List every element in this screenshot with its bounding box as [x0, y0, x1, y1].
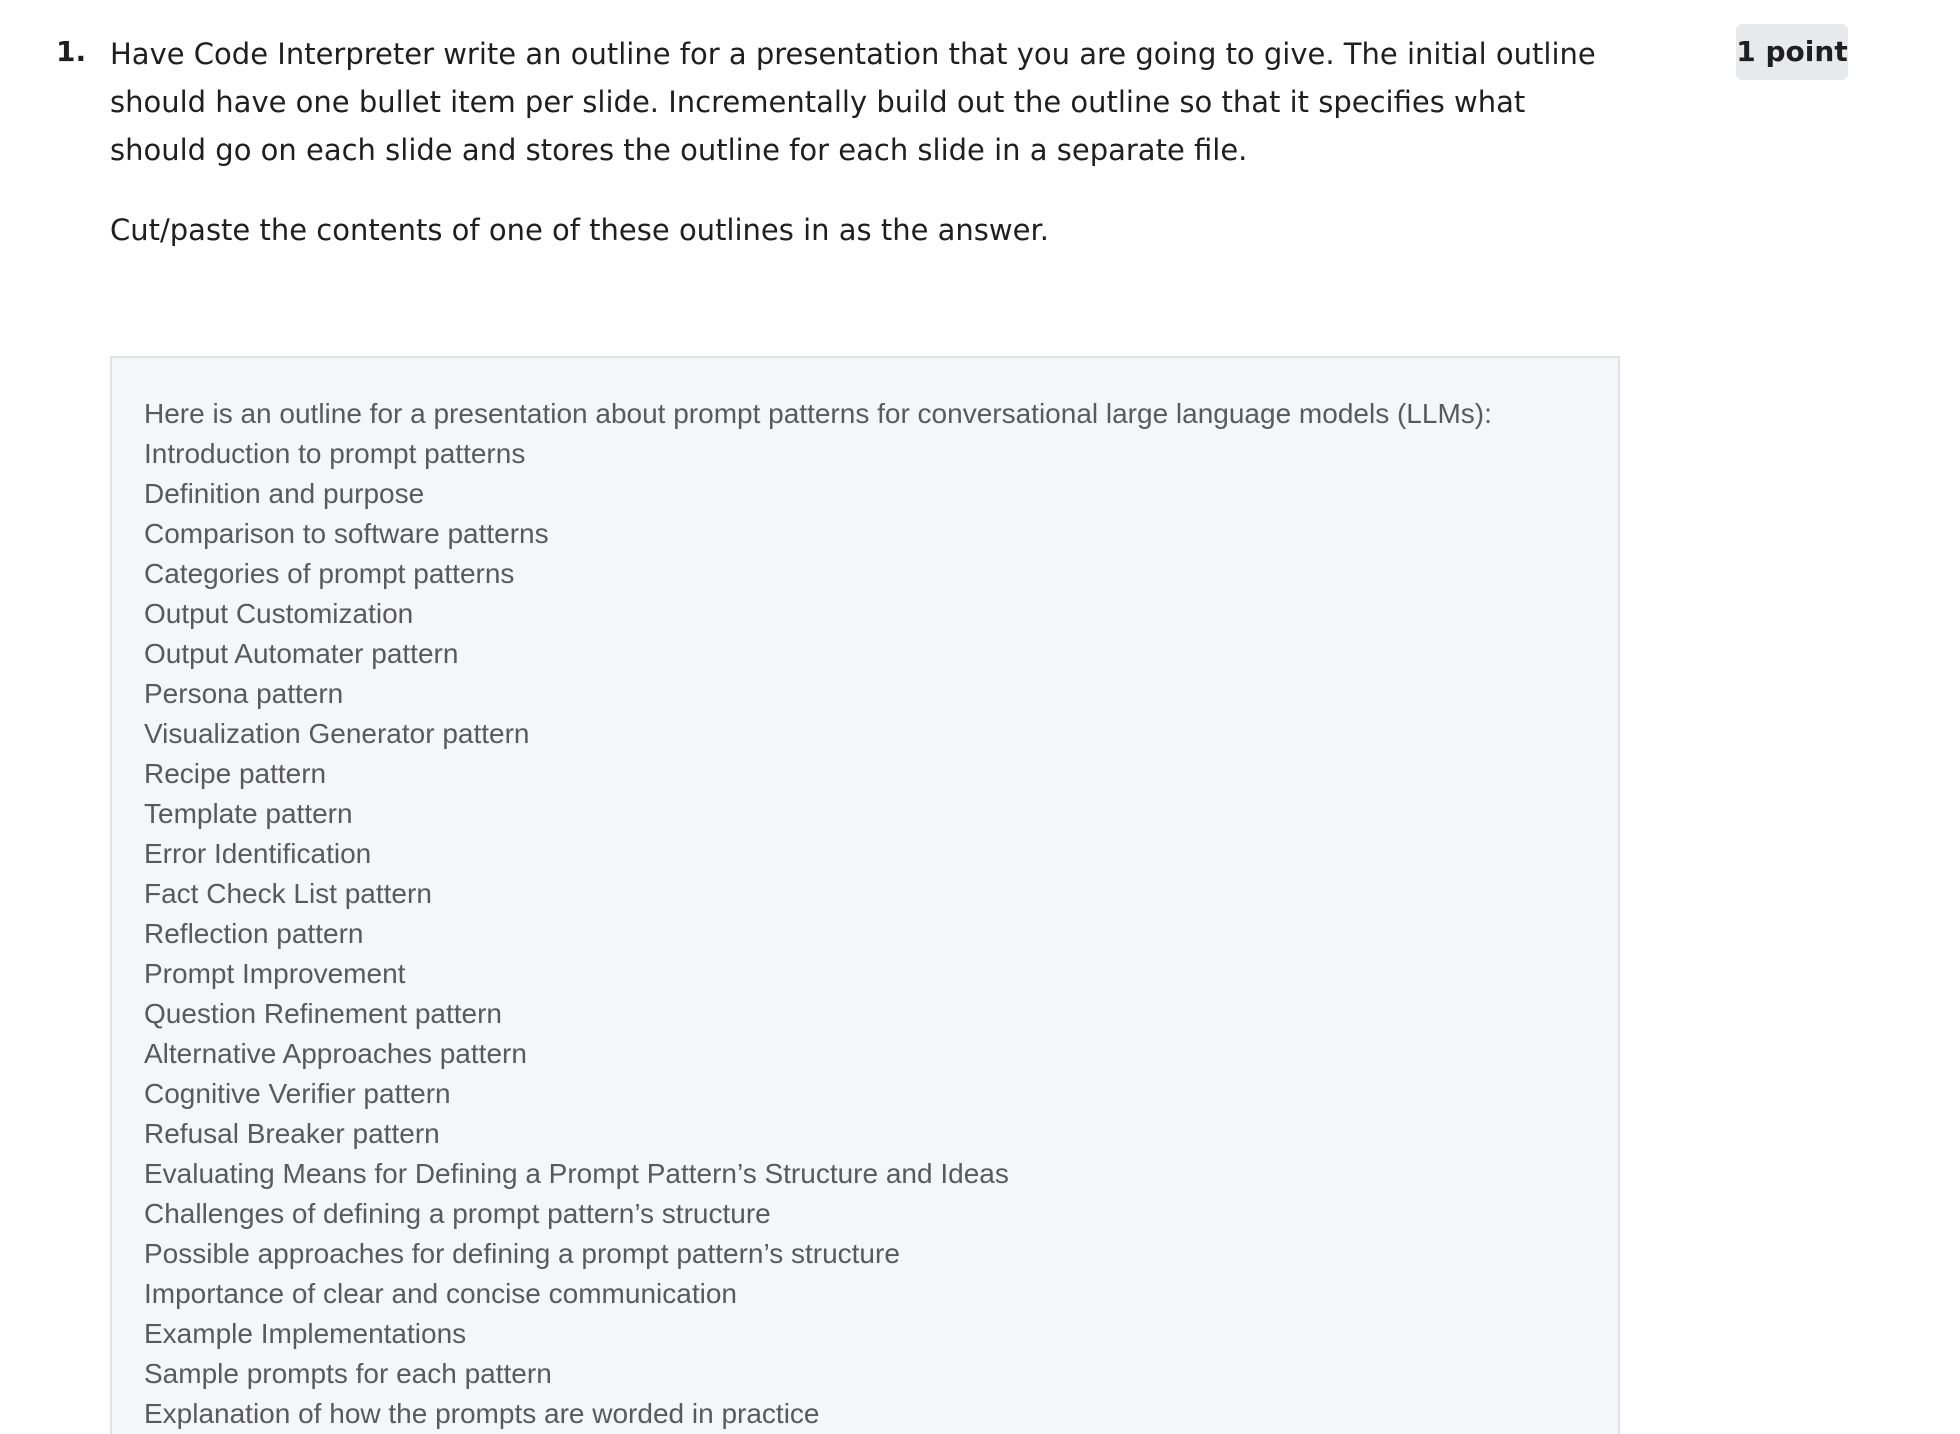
answer-line: Template pattern	[144, 798, 353, 829]
answer-line: Visualization Generator pattern	[144, 718, 530, 749]
answer-line: Challenges of defining a prompt pattern’…	[144, 1198, 771, 1229]
answer-line: Output Automater pattern	[144, 638, 459, 669]
points-badge: 1 point	[1736, 24, 1848, 80]
answer-line: Comparison to software patterns	[144, 518, 549, 549]
answer-line: Example Implementations	[144, 1318, 467, 1349]
answer-line: Importance of clear and concise communic…	[144, 1278, 737, 1309]
question-prompt: Have Code Interpreter write an outline f…	[110, 37, 1596, 167]
answer-line: Evaluating Means for Defining a Prompt P…	[144, 1158, 1009, 1189]
answer-line: Question Refinement pattern	[144, 998, 502, 1029]
answer-textarea[interactable]: Here is an outline for a presentation ab…	[110, 356, 1620, 1434]
answer-line: Error Identification	[144, 838, 372, 869]
answer-line: Categories of prompt patterns	[144, 558, 515, 589]
answer-line: Possible approaches for defining a promp…	[144, 1238, 900, 1269]
answer-line: Output Customization	[144, 598, 414, 629]
question-number: 1.	[56, 35, 87, 68]
answer-line: Definition and purpose	[144, 478, 425, 509]
answer-line: Reflection pattern	[144, 918, 364, 949]
question-body: Have Code Interpreter write an outline f…	[110, 30, 1630, 254]
answer-line: Recipe pattern	[144, 758, 327, 789]
answer-line: Fact Check List pattern	[144, 878, 432, 909]
answer-line: Persona pattern	[144, 678, 344, 709]
answer-line: Sample prompts for each pattern	[144, 1358, 552, 1389]
answer-line: Prompt Improvement	[144, 958, 406, 989]
answer-text[interactable]: Here is an outline for a presentation ab…	[144, 394, 1586, 1434]
answer-line: Cognitive Verifier pattern	[144, 1078, 451, 1109]
quiz-question: 1. Have Code Interpreter write an outlin…	[0, 0, 1960, 1434]
question-instruction: Cut/paste the contents of one of these o…	[110, 213, 1049, 247]
answer-line: Here is an outline for a presentation ab…	[144, 398, 1492, 429]
answer-line: Alternative Approaches pattern	[144, 1038, 527, 1069]
answer-line: Explanation of how the prompts are worde…	[144, 1398, 820, 1429]
answer-line: Refusal Breaker pattern	[144, 1118, 440, 1149]
answer-line: Introduction to prompt patterns	[144, 438, 526, 469]
